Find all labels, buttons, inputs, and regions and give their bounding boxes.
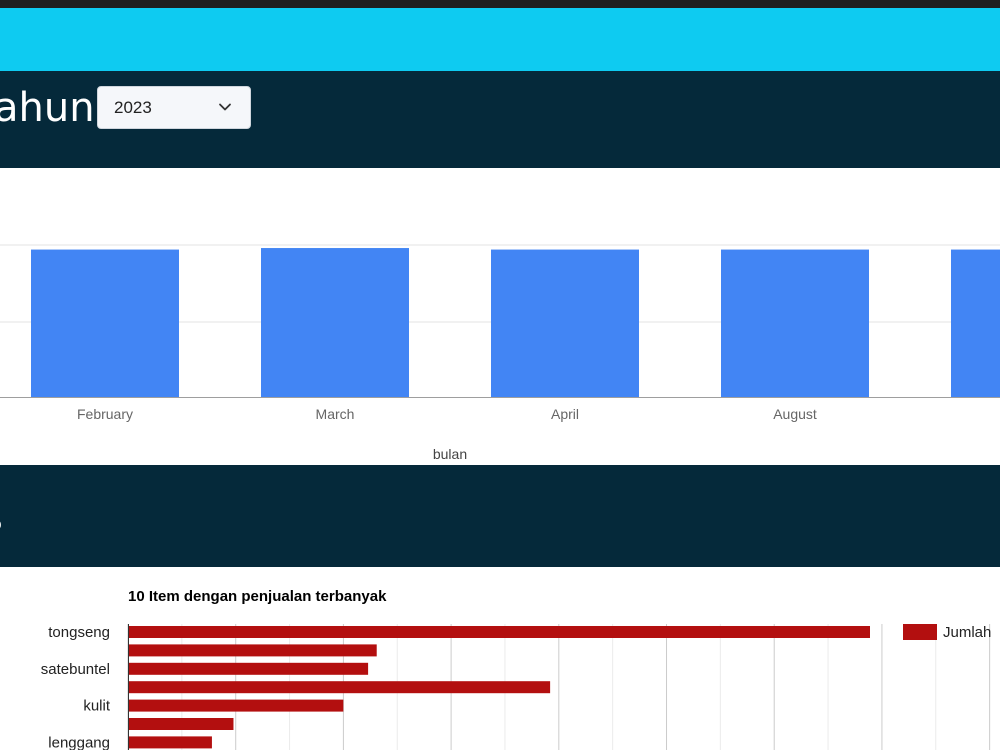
monthly-chart-panel: FebruaryMarchAprilAugustSbulan [0, 168, 1000, 465]
top-items-bar-chart: 10 Item dengan penjualan terbanyak tongse… [41, 588, 992, 751]
section-title-year: ahun [0, 85, 95, 131]
bar-item-6 [129, 718, 234, 730]
chevron-down-icon [219, 103, 231, 111]
bar-s [951, 249, 1000, 397]
y-tick-label: kulit [83, 698, 111, 715]
y-tick-label: lenggang [48, 734, 110, 750]
app-top-bar [0, 8, 1000, 71]
x-tick-label: August [773, 406, 817, 422]
legend-label: Jumlah [943, 624, 991, 641]
bar-item-4 [129, 681, 551, 694]
y-tick-label: tongseng [48, 624, 110, 641]
bar-item-5 [129, 699, 344, 712]
bar-april [491, 249, 639, 397]
window-top-strip [0, 0, 1000, 8]
bar-march [261, 248, 409, 397]
bar-item-2 [129, 644, 377, 657]
x-axis-title: bulan [433, 446, 467, 462]
year-select[interactable]: 2023 [97, 86, 251, 129]
x-tick-label: April [551, 406, 579, 422]
x-tick-label: February [77, 406, 133, 422]
bar-item-7 [129, 736, 212, 749]
section-title-items: s [0, 490, 3, 546]
year-select-value: 2023 [114, 98, 152, 117]
top-items-chart-panel: 10 Item dengan penjualan terbanyak tongse… [0, 567, 1000, 751]
chart-title: 10 Item dengan penjualan terbanyak [128, 588, 387, 605]
monthly-bar-chart: FebruaryMarchAprilAugustSbulan [0, 244, 1000, 462]
section-header-items [0, 465, 1000, 567]
y-tick-label: satebuntel [41, 661, 110, 678]
legend-swatch [903, 624, 937, 640]
bar-august [721, 249, 869, 397]
bar-february [31, 249, 179, 397]
x-tick-label: March [316, 406, 355, 422]
bar-item-1 [129, 626, 870, 638]
bar-item-3 [129, 662, 369, 675]
